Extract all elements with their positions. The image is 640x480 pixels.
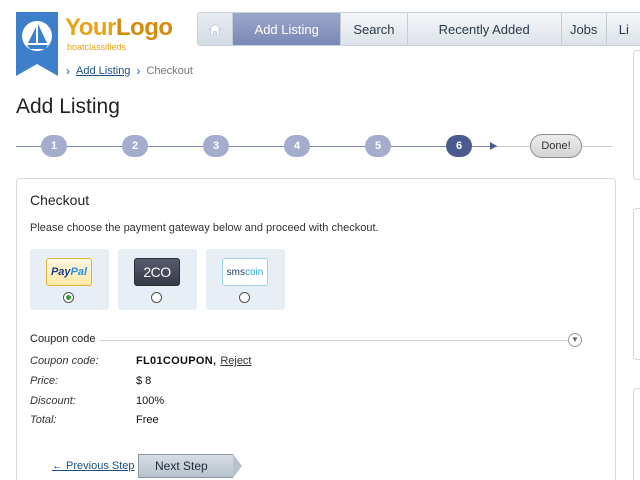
side-panel-edge	[633, 208, 640, 360]
nav-more[interactable]: Li	[607, 13, 640, 45]
price-value: $ 8	[136, 375, 152, 387]
paypal-logo: Pay Pal	[46, 258, 92, 286]
total-value: Free	[136, 414, 159, 426]
breadcrumb: › Add Listing › Checkout	[66, 64, 193, 78]
step-6-current: 6	[446, 135, 472, 157]
arrow-right-icon	[490, 142, 497, 150]
breadcrumb-current: Checkout	[146, 65, 193, 77]
2co-logo: 2CO	[134, 258, 180, 286]
price-label: Price:	[30, 375, 59, 387]
nav-home[interactable]	[198, 13, 234, 45]
nav-jobs[interactable]: Jobs	[562, 13, 607, 45]
logo-name: YourLogo	[65, 14, 173, 41]
nav-search[interactable]: Search	[341, 13, 408, 45]
chevron-right-icon: ›	[136, 64, 141, 78]
step-done: Done!	[530, 134, 582, 158]
step-3[interactable]: 3	[203, 135, 229, 157]
reject-coupon-link[interactable]: Reject	[220, 355, 251, 367]
step-line	[16, 146, 497, 147]
side-panel-edge	[633, 50, 640, 180]
discount-label: Discount:	[30, 395, 76, 407]
next-step-button-tip[interactable]	[233, 454, 242, 478]
total-label: Total:	[30, 414, 57, 426]
smscoin-logo: sms coin	[222, 258, 268, 286]
gateway-paypal-radio[interactable]	[63, 292, 74, 303]
step-1[interactable]: 1	[41, 135, 67, 157]
checkout-panel: Checkout Please choose the payment gatew…	[16, 178, 616, 480]
next-step-button[interactable]: Next Step	[138, 454, 233, 478]
step-progress: 1 2 3 4 5 6 Done!	[16, 134, 612, 160]
chevron-down-icon[interactable]: ▼	[568, 333, 582, 347]
step-4[interactable]: 4	[284, 135, 310, 157]
main-nav: Add Listing Search Recently Added Jobs L…	[197, 12, 640, 46]
step-2[interactable]: 2	[122, 135, 148, 157]
nav-add-listing[interactable]: Add Listing	[233, 13, 342, 45]
gateway-2co-radio[interactable]	[151, 292, 162, 303]
home-icon	[209, 23, 222, 35]
gateway-smscoin[interactable]: sms coin	[206, 249, 285, 310]
gateway-paypal[interactable]: Pay Pal	[30, 249, 109, 310]
sailboat-icon	[16, 12, 58, 76]
coupon-code-value: FL01COUPON,	[136, 355, 217, 367]
coupon-divider	[100, 340, 568, 341]
coupon-section-label: Coupon code	[30, 333, 96, 345]
nav-recently-added[interactable]: Recently Added	[408, 13, 562, 45]
side-panel-edge	[633, 388, 640, 480]
breadcrumb-add-listing[interactable]: Add Listing	[76, 65, 130, 77]
step-5[interactable]: 5	[365, 135, 391, 157]
chevron-right-icon: ›	[66, 64, 70, 78]
logo-subtitle: boatclassifieds	[67, 42, 127, 52]
discount-value: 100%	[136, 395, 165, 407]
coupon-code-value-wrap: FL01COUPON, Reject	[136, 355, 252, 367]
page-title: Add Listing	[16, 95, 120, 118]
previous-step-link[interactable]: ← Previous Step	[52, 460, 135, 472]
checkout-title: Checkout	[30, 192, 90, 208]
gateway-2co[interactable]: 2CO	[118, 249, 197, 310]
checkout-instruction: Please choose the payment gateway below …	[30, 222, 379, 234]
coupon-code-label: Coupon code:	[30, 355, 99, 367]
gateway-smscoin-radio[interactable]	[239, 292, 250, 303]
